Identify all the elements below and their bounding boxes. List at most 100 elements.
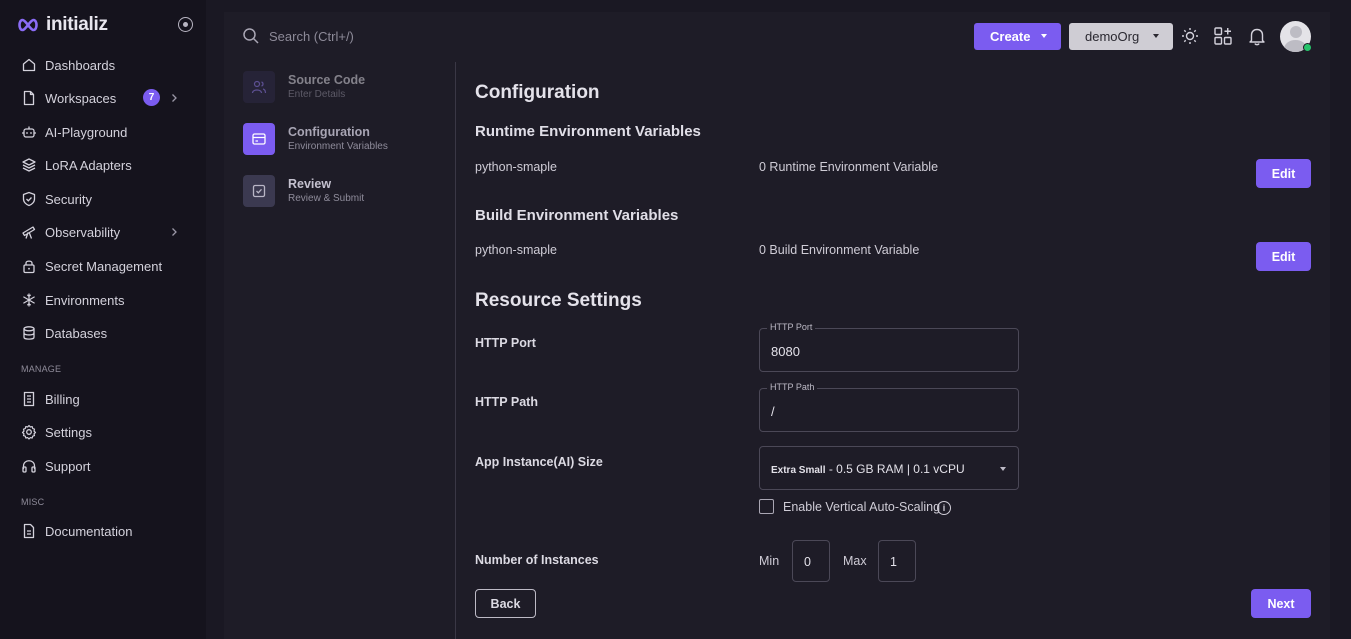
- sidebar-item-support[interactable]: Support: [0, 451, 206, 481]
- step-icon-box: [243, 175, 275, 207]
- caret-down-icon: [1153, 34, 1159, 38]
- step-icon-box: [243, 123, 275, 155]
- home-icon: [22, 58, 36, 72]
- sidebar-item-security[interactable]: Security: [0, 184, 206, 214]
- instance-size-select[interactable]: Extra Small - 0.5 GB RAM | 0.1 vCPU: [759, 446, 1019, 490]
- resource-settings-heading: Resource Settings: [475, 290, 642, 311]
- lock-icon: [23, 260, 35, 274]
- sidebar-section-manage: MANAGE: [21, 364, 62, 374]
- step-text: Configuration Environment Variables: [288, 125, 388, 154]
- sidebar-item-environments[interactable]: Environments: [0, 285, 206, 315]
- sidebar-item-settings[interactable]: Settings: [0, 417, 206, 447]
- create-button-label: Create: [990, 29, 1031, 44]
- sidebar-item-label: Environments: [45, 292, 125, 308]
- autoscaling-label[interactable]: Enable Vertical Auto-Scaling: [783, 500, 940, 514]
- chevron-right-icon: [172, 228, 177, 236]
- snowflake-icon: [23, 293, 35, 307]
- edit-build-env-button[interactable]: Edit: [1256, 242, 1311, 271]
- sidebar-item-lora-adapters[interactable]: LoRA Adapters: [0, 150, 206, 180]
- sun-icon[interactable]: [1179, 25, 1201, 47]
- step-review[interactable]: Review Review & Submit: [243, 174, 364, 208]
- collapse-sidebar-button[interactable]: [178, 17, 193, 32]
- org-selector[interactable]: demoOrg: [1069, 23, 1173, 50]
- gear-icon: [21, 424, 37, 440]
- bell-icon[interactable]: [1246, 25, 1268, 47]
- sidebar-item-workspaces[interactable]: Workspaces 7: [0, 83, 206, 113]
- sidebar-item-label: Support: [45, 458, 91, 474]
- info-icon[interactable]: i: [937, 501, 951, 515]
- online-status-dot: [1303, 43, 1312, 52]
- min-label: Min: [759, 554, 780, 568]
- headphones-icon: [22, 460, 36, 473]
- sidebar-item-secret-management[interactable]: Secret Management: [0, 251, 206, 281]
- sidebar-item-databases[interactable]: Databases: [0, 318, 206, 348]
- step-configuration[interactable]: Configuration Environment Variables: [243, 122, 388, 156]
- sidebar-item-label: Documentation: [45, 523, 133, 539]
- sidebar-item-label: Observability: [45, 224, 121, 240]
- build-env-name: python-smaple: [475, 243, 557, 257]
- http-port-field[interactable]: HTTP Port 8080: [759, 322, 1019, 372]
- sidebar-item-billing[interactable]: Billing: [0, 384, 206, 414]
- avatar-head: [1289, 26, 1302, 38]
- telescope-icon: [22, 226, 36, 239]
- step-text: Review Review & Submit: [288, 177, 364, 206]
- instance-size-detail: - 0.5 GB RAM | 0.1 vCPU: [825, 462, 965, 476]
- instance-size-label: App Instance(AI) Size: [475, 455, 603, 469]
- database-icon: [23, 326, 35, 340]
- step-subtitle: Environment Variables: [288, 140, 388, 152]
- build-env-count: 0 Build Environment Variable: [759, 243, 920, 257]
- max-instances-value: 1: [890, 555, 897, 569]
- card-icon: [252, 133, 266, 145]
- min-instances-value: 0: [804, 555, 811, 569]
- step-title: Source Code: [288, 72, 366, 87]
- step-text: Source Code Enter Details: [288, 73, 365, 102]
- http-path-input[interactable]: /: [771, 404, 775, 419]
- step-source-code[interactable]: Source Code Enter Details: [243, 70, 365, 104]
- brand[interactable]: initializ: [16, 14, 108, 36]
- configuration-heading: Configuration: [475, 82, 600, 103]
- sidebar: initializ Dashboards Workspaces 7 AI-Pla…: [0, 0, 206, 639]
- http-path-field[interactable]: HTTP Path /: [759, 382, 1019, 432]
- sidebar-item-label: Workspaces: [45, 90, 117, 106]
- search-input[interactable]: Search (Ctrl+/): [269, 29, 354, 44]
- search-bar[interactable]: Search (Ctrl+/): [242, 27, 354, 45]
- max-instances-input[interactable]: 1: [878, 540, 916, 582]
- sidebar-item-dashboards[interactable]: Dashboards: [0, 50, 206, 80]
- sidebar-item-label: Secret Management: [45, 258, 163, 274]
- sidebar-item-label: Settings: [45, 424, 92, 440]
- next-button[interactable]: Next: [1251, 589, 1311, 618]
- http-path-legend: HTTP Path: [767, 382, 818, 392]
- instances-label: Number of Instances: [475, 553, 599, 567]
- sidebar-item-ai-playground[interactable]: AI-Playground: [0, 117, 206, 147]
- chevron-right-icon: [172, 94, 177, 102]
- shield-icon: [22, 191, 36, 207]
- step-icon-box: [243, 71, 275, 103]
- autoscaling-checkbox[interactable]: [759, 499, 774, 514]
- workspaces-count-badge: 7: [143, 89, 160, 106]
- sidebar-item-label: Security: [45, 191, 92, 207]
- sidebar-section-misc: MISC: [21, 497, 45, 507]
- apps-grid-icon[interactable]: [1212, 25, 1234, 47]
- create-button[interactable]: Create: [974, 23, 1061, 50]
- checkbox-icon: [252, 184, 266, 198]
- search-icon: [243, 28, 259, 44]
- sidebar-item-label: Databases: [45, 325, 108, 341]
- back-button[interactable]: Back: [475, 589, 536, 618]
- sidebar-item-documentation[interactable]: Documentation: [0, 516, 206, 546]
- infinity-logo-icon: [18, 18, 38, 32]
- edit-runtime-env-button[interactable]: Edit: [1256, 159, 1311, 188]
- brand-name: initializ: [46, 14, 108, 35]
- stepper-divider: [455, 62, 456, 639]
- runtime-env-name: python-smaple: [475, 160, 557, 174]
- runtime-env-count: 0 Runtime Environment Variable: [759, 160, 939, 174]
- file-icon: [23, 90, 35, 106]
- step-title: Configuration: [288, 124, 370, 139]
- max-label: Max: [843, 554, 867, 568]
- http-path-label: HTTP Path: [475, 395, 538, 409]
- sidebar-item-observability[interactable]: Observability: [0, 217, 206, 247]
- layers-icon: [22, 158, 36, 172]
- receipt-icon: [23, 391, 35, 407]
- min-instances-input[interactable]: 0: [792, 540, 830, 582]
- http-port-label: HTTP Port: [475, 336, 536, 350]
- http-port-input[interactable]: 8080: [771, 344, 800, 359]
